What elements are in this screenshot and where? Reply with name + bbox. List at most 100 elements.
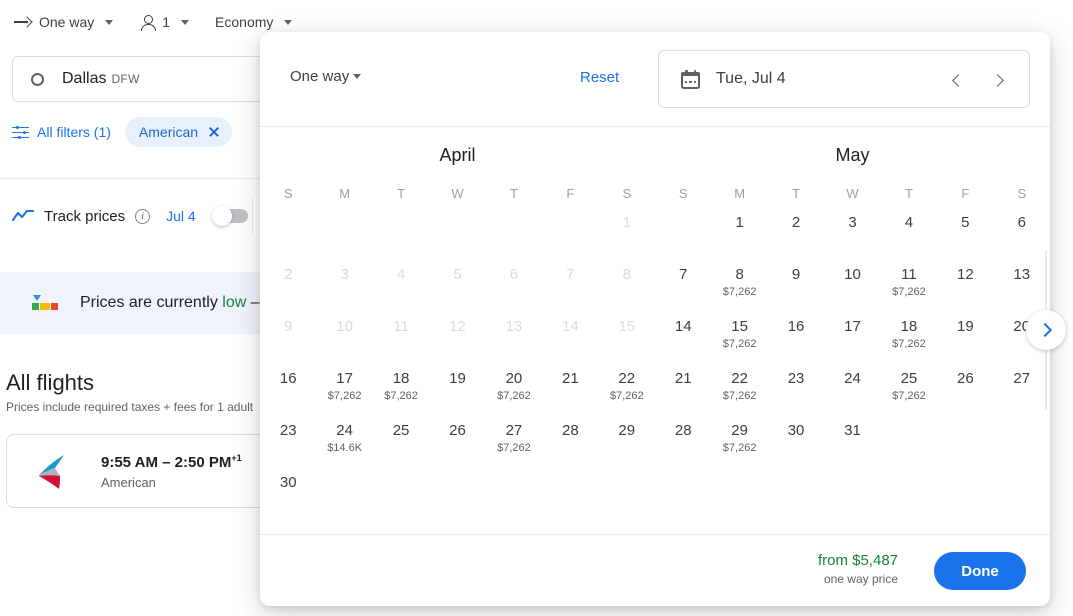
calendar-day-number: 2 — [791, 214, 801, 231]
calendar-day-cell[interactable]: 16 — [768, 313, 824, 365]
flight-result-row[interactable]: 9:55 AM – 2:50 PM+1 American — [6, 434, 274, 508]
calendar-day-number: 30 — [787, 422, 805, 439]
date-picker-header: One way Reset Tue, Jul 4 — [260, 32, 1050, 126]
calendar-day-cell[interactable]: 25 $7,262 — [881, 365, 937, 417]
weekday-label: T — [397, 186, 406, 201]
calendar-day-number: 12 — [957, 266, 974, 283]
calendar-day-cell[interactable]: 3 — [824, 209, 880, 261]
calendar-months: April S M T W T F S 1 2 3 4 5 6 7 8 9 10 11 12 13 14 1… — [260, 127, 1050, 521]
calendar-day-cell[interactable]: 29 — [599, 417, 655, 469]
calendar-day-cell[interactable]: 19 — [937, 313, 993, 365]
weekday-label: T — [509, 186, 518, 201]
calendar-day-number: 27 — [505, 422, 523, 439]
reset-button[interactable]: Reset — [580, 69, 619, 86]
previous-date-button[interactable] — [941, 64, 973, 96]
calendar-day-cell: 10 — [316, 313, 372, 365]
calendar-day-price: $7,262 — [497, 390, 531, 402]
info-icon[interactable]: i — [135, 208, 151, 224]
calendar-day-cell[interactable]: 12 — [937, 261, 993, 313]
done-button[interactable]: Done — [934, 552, 1026, 590]
calendar-day-cell[interactable]: 24 $14.6K — [316, 417, 372, 469]
calendar-day-cell[interactable]: 30 — [260, 469, 316, 521]
calendar-day-cell[interactable]: 22 $7,262 — [711, 365, 767, 417]
calendar-day-cell[interactable]: 2 — [768, 209, 824, 261]
price-insight-banner: Prices are currently low – — [0, 272, 262, 334]
calendar-day-cell[interactable]: 4 — [881, 209, 937, 261]
calendar-day-cell[interactable]: 31 — [824, 417, 880, 469]
track-date-link[interactable]: Jul 4 — [166, 208, 196, 224]
all-filters-button[interactable]: All filters (1) — [12, 124, 111, 140]
popup-trip-type-selector[interactable]: One way — [290, 68, 362, 85]
calendar-day-cell[interactable]: 24 — [824, 365, 880, 417]
calendar-day-price: $7,262 — [497, 442, 531, 454]
calendar-day-number: 13 — [505, 318, 523, 335]
chevron-down-icon — [105, 19, 114, 25]
weekday-header-row: S M T W T F S — [260, 186, 655, 201]
close-icon[interactable] — [208, 126, 220, 138]
calendar-day-cell[interactable]: 10 — [824, 261, 880, 313]
calendar-day-cell[interactable]: 7 — [655, 261, 711, 313]
calendar-day-cell[interactable]: 28 — [655, 417, 711, 469]
calendar-day-cell[interactable]: 6 — [994, 209, 1050, 261]
calendar-day-cell[interactable]: 29 $7,262 — [711, 417, 767, 469]
month-title: April — [439, 145, 476, 165]
calendar-day-number: 20 — [505, 370, 523, 387]
calendar-day-cell[interactable]: 11 $7,262 — [881, 261, 937, 313]
calendar-day-cell[interactable]: 19 — [429, 365, 485, 417]
calendar-day-cell[interactable]: 21 — [542, 365, 598, 417]
calendar-day-number: 15 — [731, 318, 748, 335]
calendar-day-number: 1 — [622, 214, 631, 231]
calendar-day-cell[interactable]: 13 — [994, 261, 1050, 313]
calendar-day-cell: 11 — [373, 313, 429, 365]
calendar-day-cell[interactable]: 18 $7,262 — [881, 313, 937, 365]
calendar-day-cell: 3 — [316, 261, 372, 313]
price-gauge-icon — [30, 295, 62, 311]
calendar-day-cell[interactable]: 30 — [768, 417, 824, 469]
calendar-day-cell[interactable]: 18 $7,262 — [373, 365, 429, 417]
filters-row: All filters (1) American — [12, 117, 233, 147]
calendar-day-cell[interactable]: 1 — [711, 209, 767, 261]
airline-filter-chip[interactable]: American — [124, 117, 233, 147]
calendar-day-cell[interactable]: 21 — [655, 365, 711, 417]
calendar-day-cell[interactable]: 27 — [994, 365, 1050, 417]
calendar-day-cell[interactable]: 28 — [542, 417, 598, 469]
calendar-day-cell[interactable]: 22 $7,262 — [599, 365, 655, 417]
departure-date-field[interactable]: Tue, Jul 4 — [658, 50, 1030, 108]
calendar-day-number: 5 — [961, 214, 970, 231]
all-filters-label: All filters (1) — [37, 124, 111, 140]
calendar-day-number: 5 — [453, 266, 462, 283]
calendar-day-cell[interactable]: 26 — [429, 417, 485, 469]
next-page-button[interactable] — [1026, 310, 1066, 350]
calendar-grid: 1 2 3 4 5 6 7 8 9 10 11 12 13 14 15 16 17 $7,262 18 $7,262 1… — [260, 209, 655, 521]
calendar-day-cell[interactable]: 17 $7,262 — [316, 365, 372, 417]
next-date-button[interactable] — [983, 64, 1015, 96]
cabin-class-selector[interactable]: Economy — [215, 14, 293, 30]
calendar-day-cell[interactable]: 20 $7,262 — [486, 365, 542, 417]
calendar-day-number: 4 — [396, 266, 406, 283]
calendar-month-may: May S M T W T F S 1 2 3 4 5 6 7 8 $7,262 9 10 11 $7,… — [655, 127, 1050, 521]
track-prices-toggle[interactable] — [211, 206, 248, 226]
calendar-day-cell[interactable]: 9 — [768, 261, 824, 313]
calendar-day-number: 10 — [336, 318, 353, 335]
trip-type-selector[interactable]: One way — [14, 14, 114, 30]
calendar-day-cell[interactable]: 14 — [655, 313, 711, 365]
month-nav-buttons — [941, 51, 1015, 109]
calendar-day-cell[interactable]: 23 — [260, 417, 316, 469]
calendar-day-cell[interactable]: 27 $7,262 — [486, 417, 542, 469]
calendar-day-cell[interactable]: 25 — [373, 417, 429, 469]
calendar-day-number: 18 — [392, 370, 410, 387]
calendar-day-cell[interactable]: 23 — [768, 365, 824, 417]
calendar-day-cell[interactable]: 5 — [937, 209, 993, 261]
passenger-selector[interactable]: 1 — [139, 14, 190, 31]
calendar-day-cell[interactable]: 26 — [937, 365, 993, 417]
calendar-day-cell[interactable]: 8 $7,262 — [711, 261, 767, 313]
month-title: May — [835, 145, 870, 165]
calendar-day-cell: 13 — [486, 313, 542, 365]
weekday-label: S — [678, 186, 688, 201]
calendar-day-cell[interactable]: 16 — [260, 365, 316, 417]
calendar-day-number: 15 — [618, 318, 636, 335]
calendar-cell-empty — [655, 209, 711, 261]
calendar-day-cell[interactable]: 15 $7,262 — [711, 313, 767, 365]
calendar-day-cell[interactable]: 17 — [824, 313, 880, 365]
track-prices-row: Track prices i Jul 4 — [12, 200, 248, 232]
